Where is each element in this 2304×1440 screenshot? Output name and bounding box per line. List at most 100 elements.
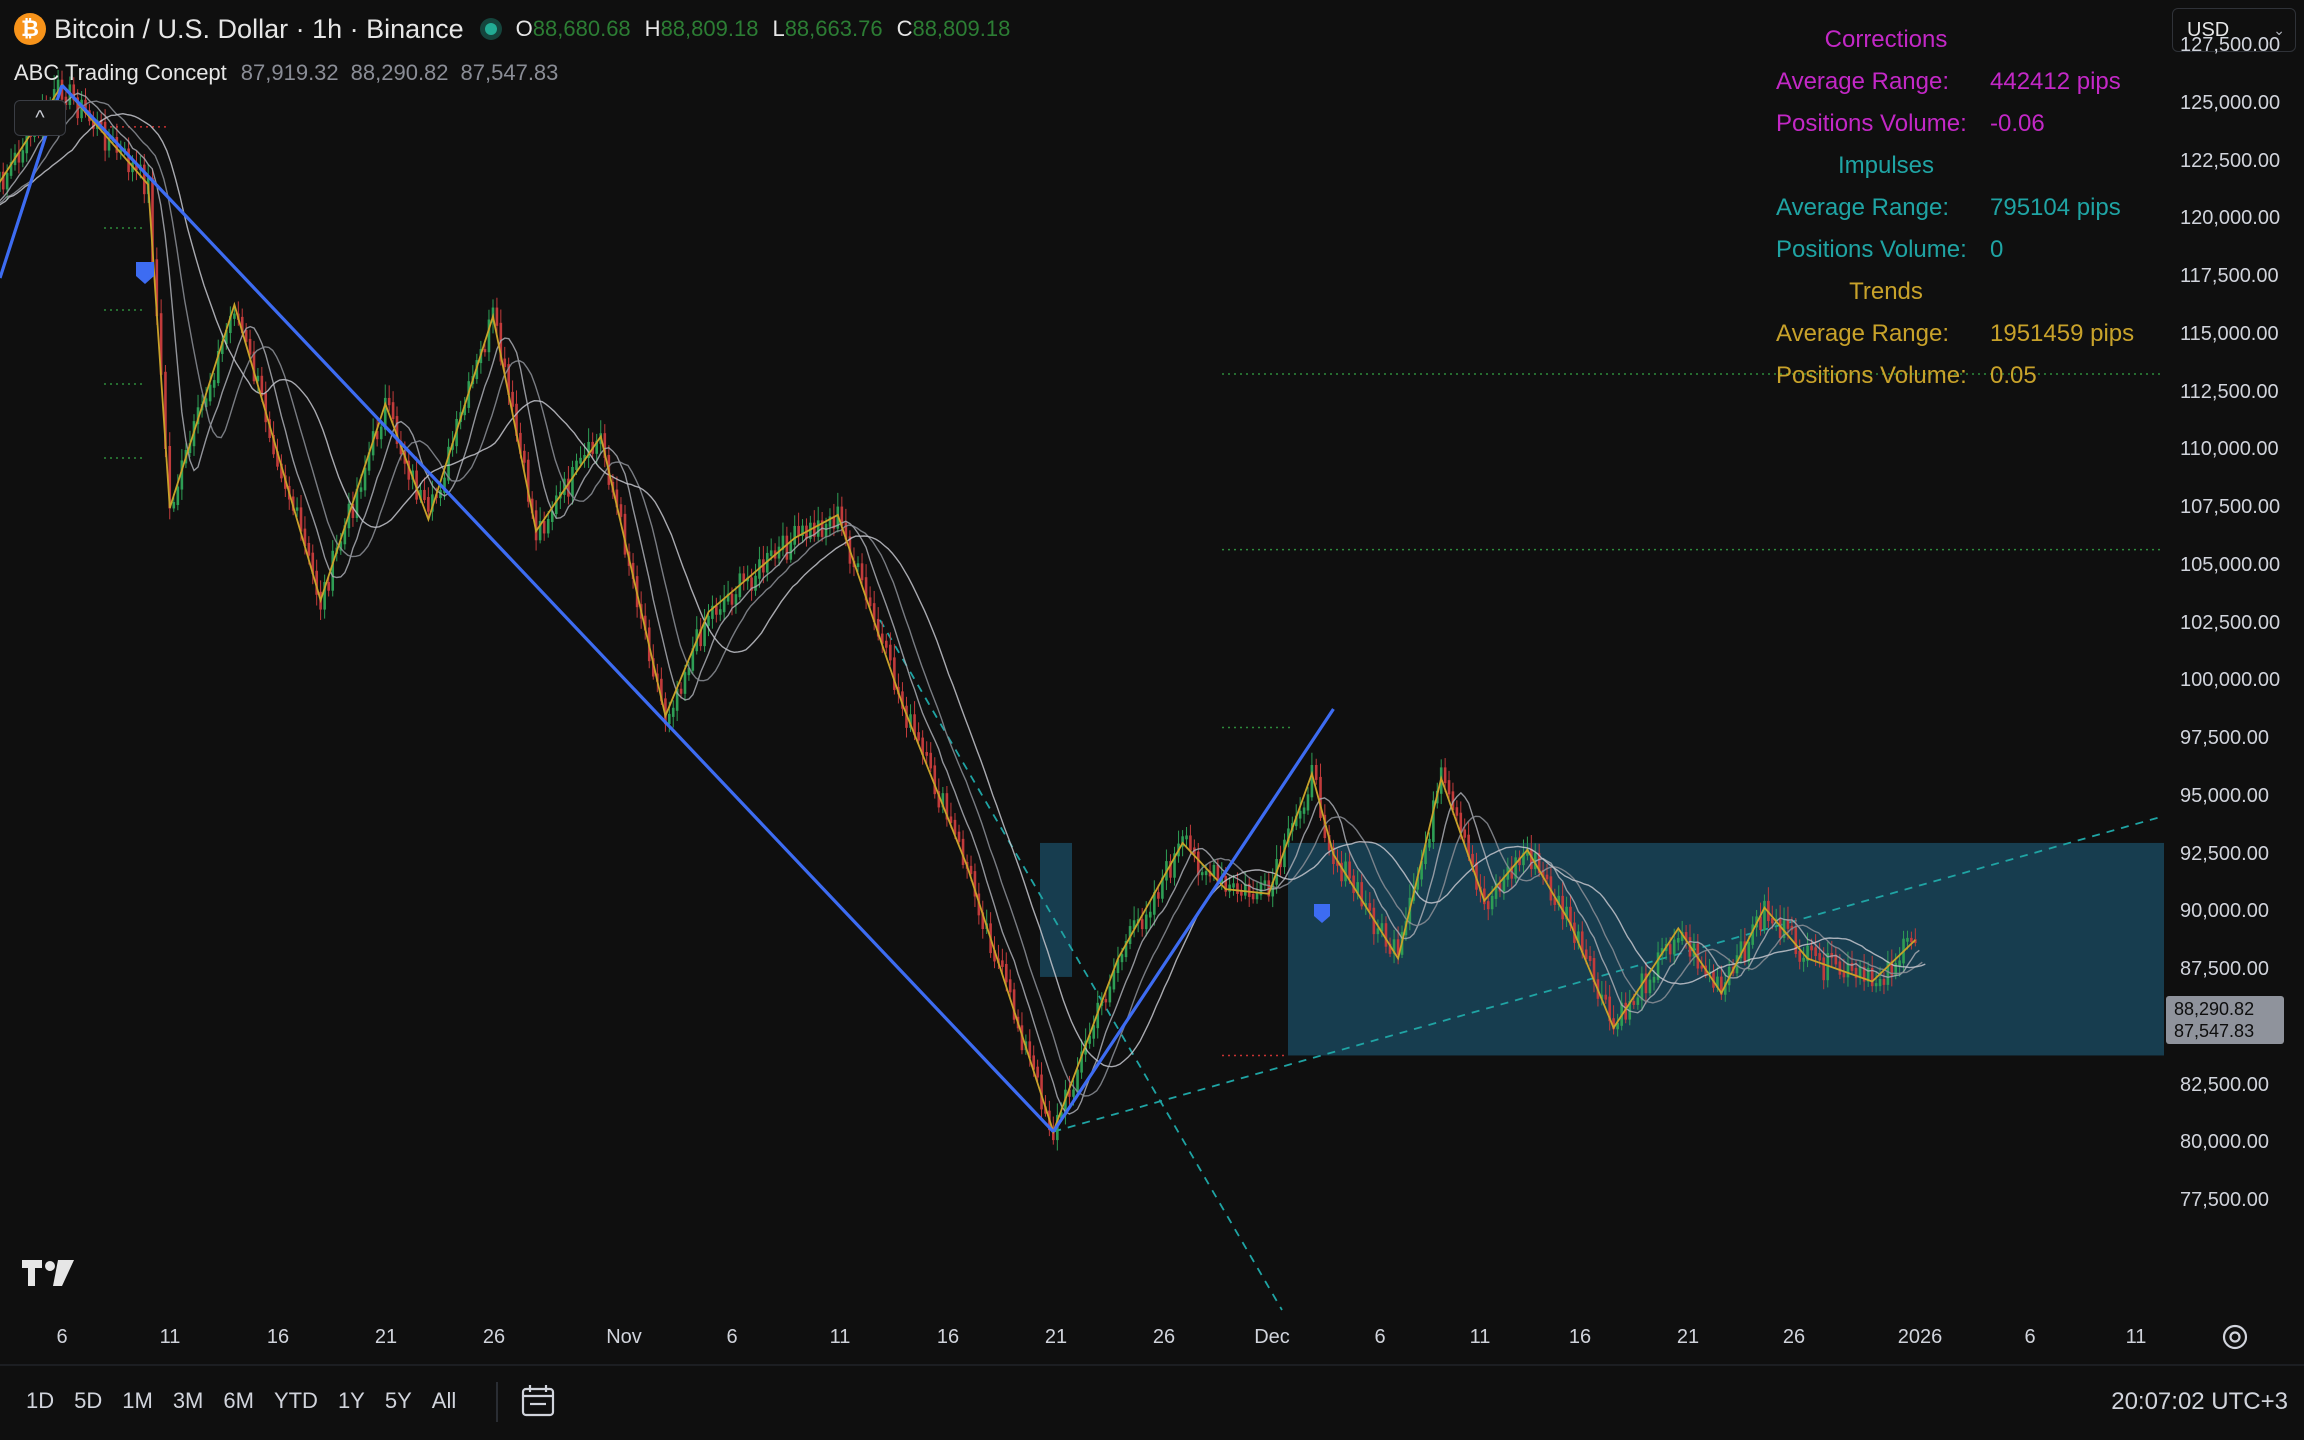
candle-body: [957, 831, 961, 842]
range-button-1d[interactable]: 1D: [16, 1380, 64, 1422]
candle-body: [734, 594, 738, 605]
chart-settings-icon[interactable]: [2220, 1322, 2250, 1352]
candle-body: [1763, 900, 1766, 931]
last-price-tag: 88,290.82 87,547.83: [2166, 996, 2284, 1044]
signal-marker-icon: [136, 262, 154, 284]
ohlc-close-label: C: [896, 16, 913, 41]
corrections-range-value: 442412 pips: [1990, 68, 2121, 95]
candle-body: [1189, 835, 1192, 851]
candle-body: [917, 732, 920, 741]
candle-body: [1463, 829, 1467, 838]
utc-clock[interactable]: 20:07:02 UTC+3: [2111, 1388, 2288, 1416]
symbol-title[interactable]: Bitcoin / U.S. Dollar · 1h · Binance: [54, 14, 464, 45]
range-button-5d[interactable]: 5D: [64, 1380, 112, 1422]
candle-body: [423, 489, 426, 501]
candle-body: [1676, 937, 1680, 943]
candle-body: [21, 150, 25, 163]
candle-body: [1455, 807, 1459, 816]
range-button-ytd[interactable]: YTD: [264, 1380, 328, 1422]
range-button-3m[interactable]: 3M: [163, 1380, 214, 1422]
price-tick-label: 92,500.00: [2180, 842, 2269, 865]
candle-body: [722, 598, 726, 613]
candle-body: [391, 402, 395, 420]
price-tick-label: 120,000.00: [2180, 207, 2281, 230]
candle-body: [1802, 957, 1805, 962]
candle-body: [542, 520, 546, 534]
price-tick-label: 105,000.00: [2180, 553, 2281, 576]
range-box: [1288, 842, 2164, 1056]
time-tick-label: 21: [1676, 1326, 1700, 1348]
ohlc-high-value: 88,809.18: [660, 16, 759, 41]
collapse-legend-button[interactable]: ^: [14, 100, 66, 136]
date-range-buttons: 1D 5D 1M 3M 6M YTD 1Y 5Y All: [16, 1380, 466, 1422]
candle-body: [1668, 944, 1672, 955]
candle-body: [889, 644, 892, 661]
range-button-1m[interactable]: 1M: [112, 1380, 163, 1422]
ohlc-open-label: O: [515, 16, 533, 41]
indicator-name[interactable]: ABC Trading Concept: [14, 60, 227, 86]
candle-body: [1818, 953, 1821, 961]
range-button-all[interactable]: All: [422, 1380, 466, 1422]
price-tick-label: 122,500.00: [2180, 149, 2281, 172]
candle-body: [1120, 954, 1124, 963]
candle-body: [1004, 963, 1008, 983]
candle-body: [1798, 950, 1802, 962]
trends-range-label: Average Range:: [1776, 320, 1950, 347]
time-tick-label: 2026: [1897, 1326, 1943, 1348]
candle-body: [571, 466, 574, 497]
time-tick-label: 16: [936, 1326, 960, 1348]
range-button-6m[interactable]: 6M: [213, 1380, 264, 1422]
candle-body: [1232, 883, 1235, 888]
indicator-legend[interactable]: ABC Trading Concept 87,919.32 88,290.82 …: [14, 58, 570, 88]
corrections-range-label: Average Range:: [1776, 68, 1950, 95]
candle-body: [671, 707, 675, 717]
candle-body: [212, 380, 216, 388]
candle-body: [1428, 838, 1431, 848]
impulses-volume-value: 0: [1990, 236, 2004, 263]
time-tick-label: 21: [1044, 1326, 1068, 1348]
price-tick-label: 80,000.00: [2180, 1131, 2269, 1154]
impulses-volume-label: Positions Volume:: [1776, 236, 1967, 263]
candle-body: [359, 487, 363, 492]
candle-body: [511, 391, 514, 407]
candle-body: [1490, 895, 1494, 910]
indicator-value: 87,547.83: [460, 60, 559, 85]
ohlc-close-value: 88,809.18: [912, 16, 1011, 41]
candle-body: [1108, 986, 1112, 1003]
candle-body: [1310, 764, 1314, 798]
candle-body: [5, 172, 9, 190]
market-status-icon: [479, 18, 502, 40]
symbol-legend[interactable]: ₿ Bitcoin / U.S. Dollar · 1h · Binance O…: [14, 12, 1010, 46]
price-chart[interactable]: [0, 0, 2304, 1440]
chevron-up-icon: ^: [35, 106, 45, 129]
time-tick-label: 16: [1568, 1326, 1592, 1348]
candle-body: [816, 520, 820, 537]
price-tick-label: 77,500.00: [2180, 1189, 2269, 1211]
candle-body: [1874, 983, 1878, 987]
price-tick-label: 117,500.00: [2180, 265, 2279, 287]
range-button-5y[interactable]: 5Y: [375, 1380, 422, 1422]
price-tick-label: 87,500.00: [2180, 958, 2269, 980]
candle-body: [707, 615, 710, 626]
candle-body: [1140, 919, 1144, 930]
candle-body: [327, 582, 330, 591]
trends-title: Trends: [1849, 278, 1923, 305]
candle-body: [1348, 861, 1351, 879]
time-tick-label: 26: [482, 1326, 506, 1348]
candle-body: [331, 550, 335, 591]
bitcoin-icon: ₿: [14, 13, 46, 45]
range-button-1y[interactable]: 1Y: [328, 1380, 375, 1422]
candle-body: [1810, 945, 1813, 951]
candle-body: [668, 713, 671, 725]
time-tick-label: 26: [1152, 1326, 1176, 1348]
time-tick-label: 6: [726, 1326, 738, 1348]
candle-body: [1443, 767, 1447, 784]
tradingview-logo-icon[interactable]: [20, 1258, 76, 1288]
candle-body: [495, 307, 499, 326]
candle-body: [785, 535, 789, 560]
price-tick-label: 125,000.00: [2180, 91, 2281, 114]
candle-body: [1185, 835, 1188, 840]
candle-body: [427, 497, 430, 512]
candle-body: [1200, 872, 1204, 876]
calendar-goto-icon[interactable]: [520, 1384, 556, 1418]
